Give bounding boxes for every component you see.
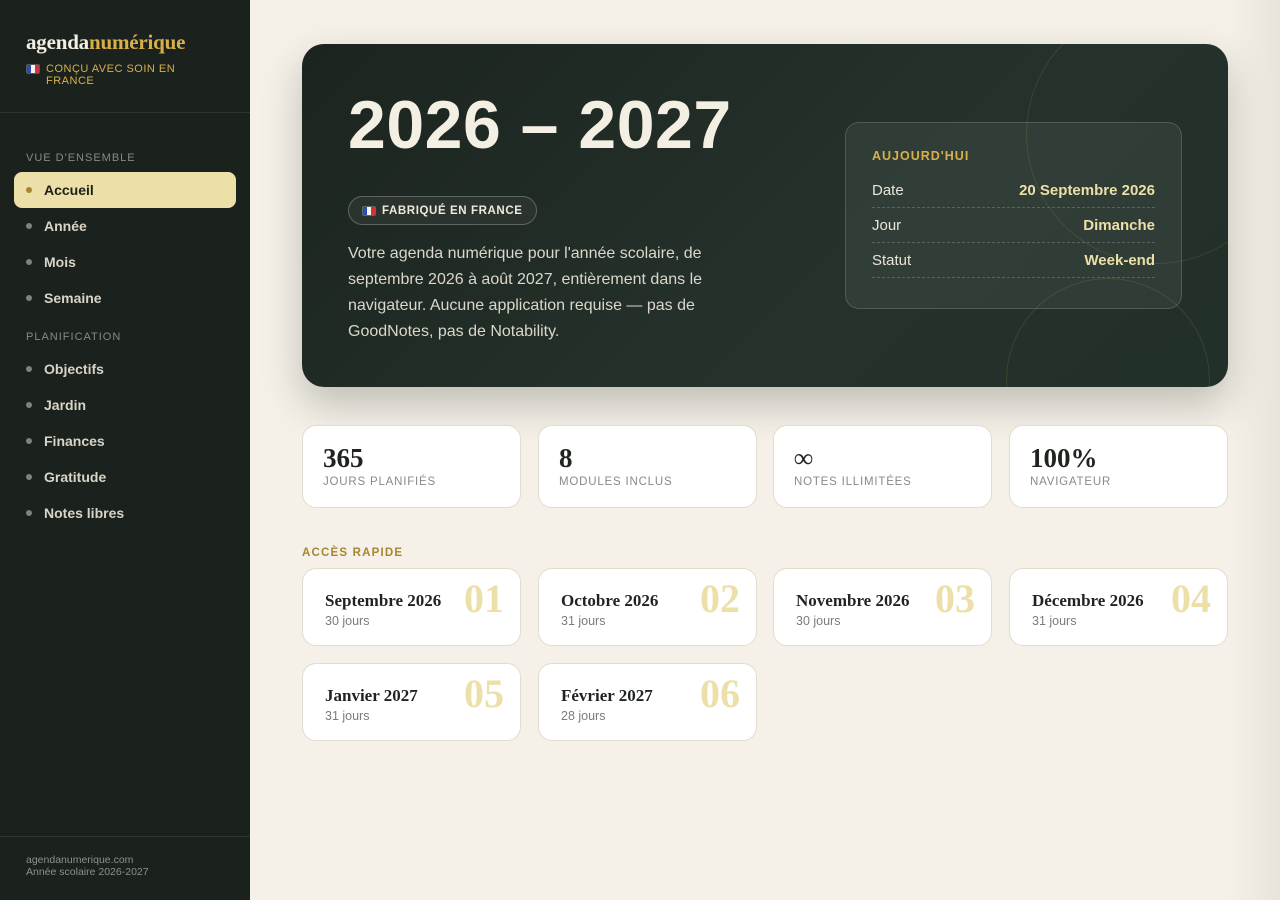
stat-label: NAVIGATEUR <box>1030 476 1112 488</box>
sidebar-item-semaine[interactable]: Semaine <box>14 280 236 316</box>
quick-access-heading: ACCÈS RAPIDE <box>302 547 404 559</box>
brand-logo[interactable]: agendanumérique <box>26 30 224 55</box>
month-card-janvier[interactable]: Janvier 2027 31 jours 05 <box>302 663 521 741</box>
month-number: 04 <box>1171 576 1211 621</box>
brand: agendanumérique CONÇU AVEC SOIN EN FRANC… <box>0 0 250 113</box>
sidebar-item-label: Objectifs <box>44 361 104 377</box>
badge-label: FABRIQUÉ EN FRANCE <box>382 204 523 217</box>
footer-site: agendanumerique.com <box>26 854 134 866</box>
brand-tagline-row: CONÇU AVEC SOIN EN FRANCE <box>26 63 224 87</box>
month-name: Décembre 2026 <box>1032 591 1144 610</box>
month-days: 31 jours <box>1032 614 1077 628</box>
stat-card: 365 JOURS PLANIFIÉS <box>302 425 521 508</box>
month-name: Novembre 2026 <box>796 591 910 610</box>
today-label: AUJOURD'HUI <box>872 149 970 163</box>
sidebar-item-jardin[interactable]: Jardin <box>14 387 236 423</box>
sidebar-item-label: Accueil <box>44 182 94 198</box>
sidebar-footer: agendanumerique.com Année scolaire 2026-… <box>0 836 250 900</box>
month-card-octobre[interactable]: Octobre 2026 31 jours 02 <box>538 568 757 646</box>
stat-value: 100% <box>1030 443 1098 473</box>
month-number: 06 <box>700 671 740 716</box>
today-row-day: Jour Dimanche <box>872 208 1155 243</box>
stat-value: 365 <box>323 443 364 473</box>
month-name: Février 2027 <box>561 686 653 705</box>
stat-value: ∞ <box>794 443 814 473</box>
month-name: Septembre 2026 <box>325 591 442 610</box>
today-key: Date <box>872 181 904 199</box>
sidebar: agendanumérique CONÇU AVEC SOIN EN FRANC… <box>0 0 250 900</box>
hero-description: Votre agenda numérique pour l'année scol… <box>348 245 703 340</box>
bullet-icon <box>26 223 32 229</box>
sidebar-item-label: Finances <box>44 433 105 449</box>
today-row-status: Statut Week-end <box>872 243 1155 278</box>
edge-shadow <box>1228 0 1280 900</box>
sidebar-item-accueil[interactable]: Accueil <box>14 172 236 208</box>
bullet-icon <box>26 474 32 480</box>
sidebar-item-label: Notes libres <box>44 505 125 521</box>
month-days: 30 jours <box>325 614 370 628</box>
france-flag-icon <box>26 64 40 74</box>
sidebar-item-mois[interactable]: Mois <box>14 244 236 280</box>
bullet-icon <box>26 187 32 193</box>
stat-label: MODULES INCLUS <box>559 476 673 488</box>
stat-card: ∞ NOTES ILLIMITÉES <box>773 425 992 508</box>
france-flag-icon <box>362 206 376 216</box>
bullet-icon <box>26 510 32 516</box>
sidebar-item-label: Gratitude <box>44 469 107 485</box>
sidebar-item-finances[interactable]: Finances <box>14 423 236 459</box>
stat-card: 100% NAVIGATEUR <box>1009 425 1228 508</box>
sidebar-item-gratitude[interactable]: Gratitude <box>14 459 236 495</box>
bullet-icon <box>26 366 32 372</box>
footer-year: Année scolaire 2026-2027 <box>26 866 149 878</box>
month-card-fevrier[interactable]: Février 2027 28 jours 06 <box>538 663 757 741</box>
today-value: 20 Septembre 2026 <box>1019 181 1155 199</box>
brand-name-accent: numérique <box>88 30 186 54</box>
bullet-icon <box>26 295 32 301</box>
sidebar-item-label: Mois <box>44 254 76 270</box>
stat-card: 8 MODULES INCLUS <box>538 425 757 508</box>
sidebar-item-annee[interactable]: Année <box>14 208 236 244</box>
month-days: 28 jours <box>561 709 606 723</box>
month-card-novembre[interactable]: Novembre 2026 30 jours 03 <box>773 568 992 646</box>
month-days: 30 jours <box>796 614 841 628</box>
sidebar-item-objectifs[interactable]: Objectifs <box>14 351 236 387</box>
month-name: Janvier 2027 <box>325 686 418 705</box>
month-number: 02 <box>700 576 740 621</box>
stat-label: JOURS PLANIFIÉS <box>323 476 436 488</box>
month-card-septembre[interactable]: Septembre 2026 30 jours 01 <box>302 568 521 646</box>
bullet-icon <box>26 259 32 265</box>
bullet-icon <box>26 438 32 444</box>
bullet-icon <box>26 402 32 408</box>
hero-card: 2026 – 2027 FABRIQUÉ EN FRANCE Votre age… <box>302 44 1228 387</box>
month-number: 05 <box>464 671 504 716</box>
stat-label: NOTES ILLIMITÉES <box>794 476 912 488</box>
month-number: 01 <box>464 576 504 621</box>
today-value: Week-end <box>1084 251 1155 269</box>
month-name: Octobre 2026 <box>561 591 659 610</box>
sidebar-item-notes-libres[interactable]: Notes libres <box>14 495 236 531</box>
month-days: 31 jours <box>561 614 606 628</box>
nav-section-planning: PLANIFICATION <box>26 331 122 343</box>
stat-value: 8 <box>559 443 573 473</box>
month-days: 31 jours <box>325 709 370 723</box>
sidebar-item-label: Semaine <box>44 290 102 306</box>
made-in-france-badge: FABRIQUÉ EN FRANCE <box>348 196 537 225</box>
month-card-decembre[interactable]: Décembre 2026 31 jours 04 <box>1009 568 1228 646</box>
today-key: Jour <box>872 216 902 234</box>
page-title: 2026 – 2027 <box>348 87 732 163</box>
brand-tagline: CONÇU AVEC SOIN EN FRANCE <box>46 63 176 87</box>
today-row-date: Date 20 Septembre 2026 <box>872 173 1155 208</box>
nav-section-overview: VUE D'ENSEMBLE <box>26 152 136 164</box>
today-key: Statut <box>872 251 912 269</box>
today-panel: AUJOURD'HUI Date 20 Septembre 2026 Jour … <box>845 122 1182 309</box>
sidebar-item-label: Jardin <box>44 397 87 413</box>
month-number: 03 <box>935 576 975 621</box>
brand-name-main: agenda <box>26 30 89 54</box>
today-value: Dimanche <box>1083 216 1155 234</box>
sidebar-item-label: Année <box>44 218 87 234</box>
